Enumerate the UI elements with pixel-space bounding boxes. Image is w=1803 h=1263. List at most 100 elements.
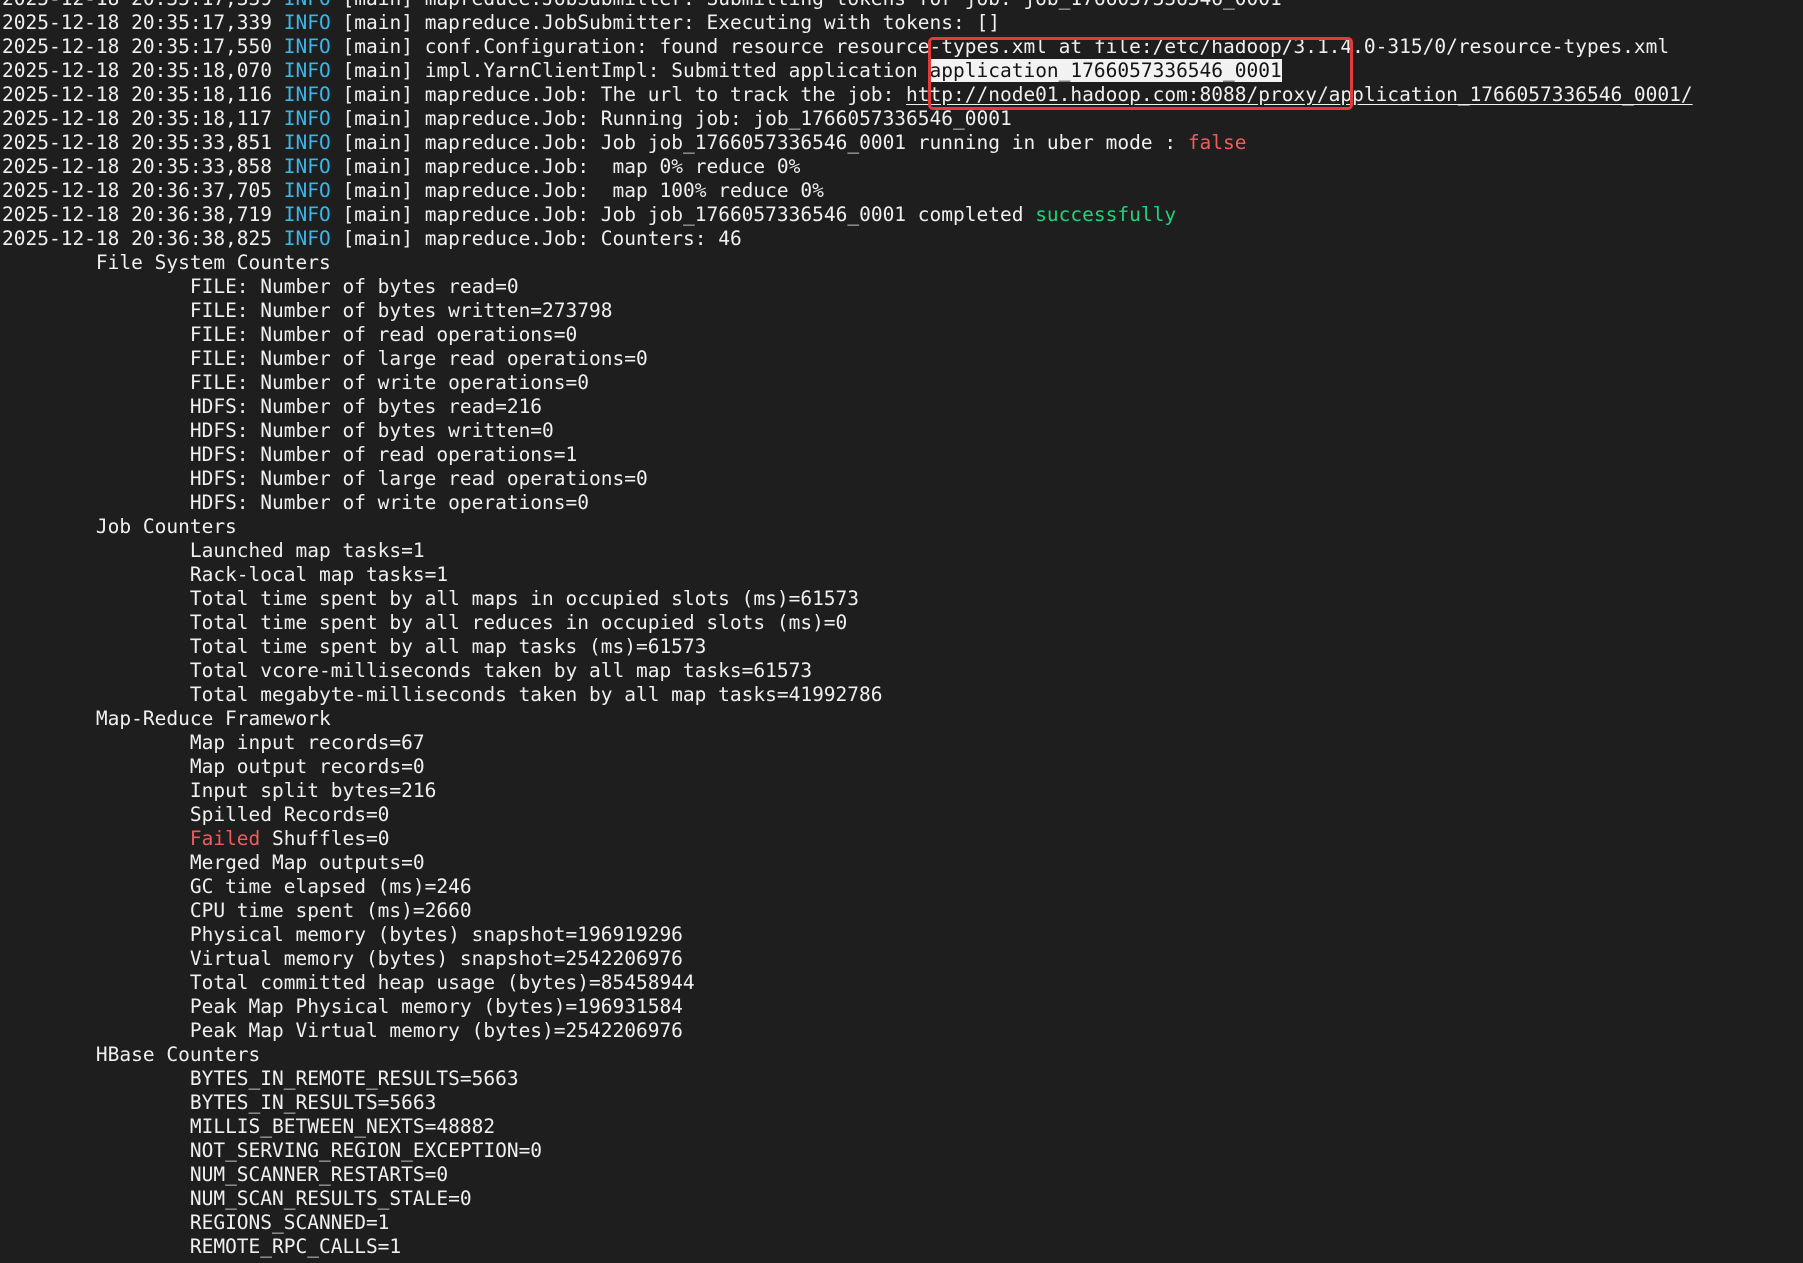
counter-entry: Map input records=67 <box>189 731 425 754</box>
log-level: INFO <box>284 0 331 10</box>
counter-entry: NOT_SERVING_REGION_EXCEPTION=0 <box>189 1139 543 1162</box>
log-message: mapreduce.Job: map 100% reduce 0% <box>424 179 824 202</box>
counter-line: NOT_SERVING_REGION_EXCEPTION=0 <box>2 1139 1802 1163</box>
counter-line: FILE: Number of large read operations=0 <box>2 347 1802 371</box>
counter-line: HDFS: Number of write operations=0 <box>2 491 1802 515</box>
counter-entry: FILE: Number of bytes read=0 <box>189 275 519 298</box>
log-timestamp: 2025-12-18 20:35:33,858 <box>2 155 273 178</box>
counter-entry: Merged Map outputs=0 <box>189 851 425 874</box>
counter-entry: BYTES_IN_RESULTS=5663 <box>189 1091 437 1114</box>
counter-entry: Total vcore-milliseconds taken by all ma… <box>189 659 813 682</box>
log-thread: [main] <box>343 0 413 10</box>
counter-line: Input split bytes=216 <box>2 779 1802 803</box>
log-line: 2025-12-18 20:35:33,858 INFO [main] mapr… <box>2 155 1802 179</box>
counter-line: FILE: Number of write operations=0 <box>2 371 1802 395</box>
log-message: mapreduce.Job: Counters: 46 <box>424 227 742 250</box>
counter-entry: BYTES_IN_REMOTE_RESULTS=5663 <box>189 1067 519 1090</box>
counter-entry: HDFS: Number of bytes written=0 <box>189 419 554 442</box>
counter-entry: Rack-local map tasks=1 <box>189 563 449 586</box>
counter-group-label: File System Counters <box>95 251 331 274</box>
counter-line: Total megabyte-milliseconds taken by all… <box>2 683 1802 707</box>
counter-line: FILE: Number of bytes written=273798 <box>2 299 1802 323</box>
log-level: INFO <box>283 203 331 226</box>
counter-line: HDFS: Number of large read operations=0 <box>2 467 1802 491</box>
counter-entry: Virtual memory (bytes) snapshot=25422069… <box>189 947 683 970</box>
log-message: mapreduce.Job: map 0% reduce 0% <box>424 155 801 178</box>
counter-line: HDFS: Number of bytes written=0 <box>2 419 1802 443</box>
counter-line: FILE: Number of bytes read=0 <box>2 275 1802 299</box>
counter-line: Total time spent by all map tasks (ms)=6… <box>2 635 1802 659</box>
terminal-output[interactable]: 2025-12-18 20:35:17,339 INFO [main] mapr… <box>2 0 1802 1263</box>
log-timestamp: 2025-12-18 20:35:18,070 <box>2 59 273 82</box>
log-message: mapreduce.JobSubmitter: Submitting token… <box>425 0 1282 10</box>
log-line: 2025-12-18 20:35:17,550 INFO [main] conf… <box>2 35 1802 59</box>
counter-entry: NUM_SCANNER_RESTARTS=0 <box>189 1163 449 1186</box>
log-thread: [main] <box>342 227 413 250</box>
counter-entry: Map output records=0 <box>189 755 425 778</box>
counter-group-title: Map-Reduce Framework <box>2 707 1802 731</box>
counter-entry: Peak Map Virtual memory (bytes)=25422069… <box>189 1019 683 1042</box>
log-level: INFO <box>283 59 331 82</box>
log-line: 2025-12-18 20:35:18,070 INFO [main] impl… <box>2 59 1802 83</box>
log-line: 2025-12-18 20:35:18,117 INFO [main] mapr… <box>2 107 1802 131</box>
log-message: mapreduce.Job: The url to track the job: <box>424 83 907 106</box>
counter-line: HDFS: Number of read operations=1 <box>2 443 1802 467</box>
counter-line: Launched map tasks=1 <box>2 539 1802 563</box>
log-level: INFO <box>283 179 331 202</box>
counter-entry: Launched map tasks=1 <box>189 539 425 562</box>
log-level: INFO <box>283 35 331 58</box>
counter-entry: Total time spent by all map tasks (ms)=6… <box>189 635 707 658</box>
log-thread: [main] <box>342 59 413 82</box>
counter-entry: GC time elapsed (ms)=246 <box>189 875 472 898</box>
counter-entry: HDFS: Number of write operations=0 <box>189 491 590 514</box>
counter-entry: HDFS: Number of large read operations=0 <box>189 467 648 490</box>
log-thread: [main] <box>342 203 413 226</box>
log-level: INFO <box>283 107 331 130</box>
log-message: mapreduce.Job: Job job_1766057336546_000… <box>424 131 1188 154</box>
counter-line: Total time spent by all maps in occupied… <box>2 587 1802 611</box>
counter-entry: Physical memory (bytes) snapshot=1969192… <box>189 923 683 946</box>
counter-entry: REMOTE_RPC_CALLS=1 <box>189 1235 402 1258</box>
counter-entry: FILE: Number of bytes written=273798 <box>189 299 613 322</box>
counter-group-title: File System Counters <box>2 251 1802 275</box>
counter-entry: FILE: Number of read operations=0 <box>189 323 578 346</box>
log-message: mapreduce.Job: Running job: job_17660573… <box>424 107 1012 130</box>
counter-line: Spilled Records=0 <box>2 803 1802 827</box>
counter-entry: NUM_SCAN_RESULTS_STALE=0 <box>189 1187 472 1210</box>
counter-failed-word: Failed <box>189 827 261 850</box>
log-message: conf.Configuration: found resource resou… <box>424 35 1670 58</box>
counter-line: HDFS: Number of bytes read=216 <box>2 395 1802 419</box>
log-timestamp: 2025-12-18 20:35:18,117 <box>2 107 273 130</box>
log-message: mapreduce.JobSubmitter: Executing with t… <box>424 11 1000 34</box>
counter-entry: HDFS: Number of read operations=1 <box>189 443 578 466</box>
counter-line: Physical memory (bytes) snapshot=1969192… <box>2 923 1802 947</box>
log-message: impl.YarnClientImpl: Submitted applicati… <box>424 59 930 82</box>
counter-entry: REGIONS_SCANNED=1 <box>189 1211 390 1234</box>
counter-entry: Total time spent by all reduces in occup… <box>189 611 848 634</box>
counter-entry: Input split bytes=216 <box>189 779 437 802</box>
status-value: successfully <box>1035 203 1177 226</box>
log-thread: [main] <box>342 107 413 130</box>
counter-group-title: HBase Counters <box>2 1043 1802 1067</box>
log-level: INFO <box>283 131 331 154</box>
counter-group-label: Map-Reduce Framework <box>95 707 331 730</box>
counter-line: BYTES_IN_REMOTE_RESULTS=5663 <box>2 1067 1802 1091</box>
counter-line: GC time elapsed (ms)=246 <box>2 875 1802 899</box>
counter-line: Map input records=67 <box>2 731 1802 755</box>
counter-entry: Shuffles=0 <box>260 827 390 850</box>
log-timestamp: 2025-12-18 20:35:18,116 <box>2 83 273 106</box>
counter-line: FILE: Number of read operations=0 <box>2 323 1802 347</box>
log-line: 2025-12-18 20:36:38,719 INFO [main] mapr… <box>2 203 1802 227</box>
log-thread: [main] <box>342 83 413 106</box>
counter-line: Peak Map Virtual memory (bytes)=25422069… <box>2 1019 1802 1043</box>
counter-entry: FILE: Number of large read operations=0 <box>189 347 648 370</box>
counter-line: NUM_SCANNER_RESTARTS=0 <box>2 1163 1802 1187</box>
log-line: 2025-12-18 20:35:17,339 INFO [main] mapr… <box>2 11 1802 35</box>
counter-entry: Total committed heap usage (bytes)=85458… <box>189 971 695 994</box>
job-tracking-link[interactable]: http://node01.hadoop.com:8088/proxy/appl… <box>906 83 1693 106</box>
log-line: 2025-12-18 20:36:38,825 INFO [main] mapr… <box>2 227 1802 251</box>
counter-line: Total time spent by all reduces in occup… <box>2 611 1802 635</box>
counter-line: Rack-local map tasks=1 <box>2 563 1802 587</box>
log-thread: [main] <box>342 131 413 154</box>
log-timestamp: 2025-12-18 20:35:33,851 <box>2 131 273 154</box>
